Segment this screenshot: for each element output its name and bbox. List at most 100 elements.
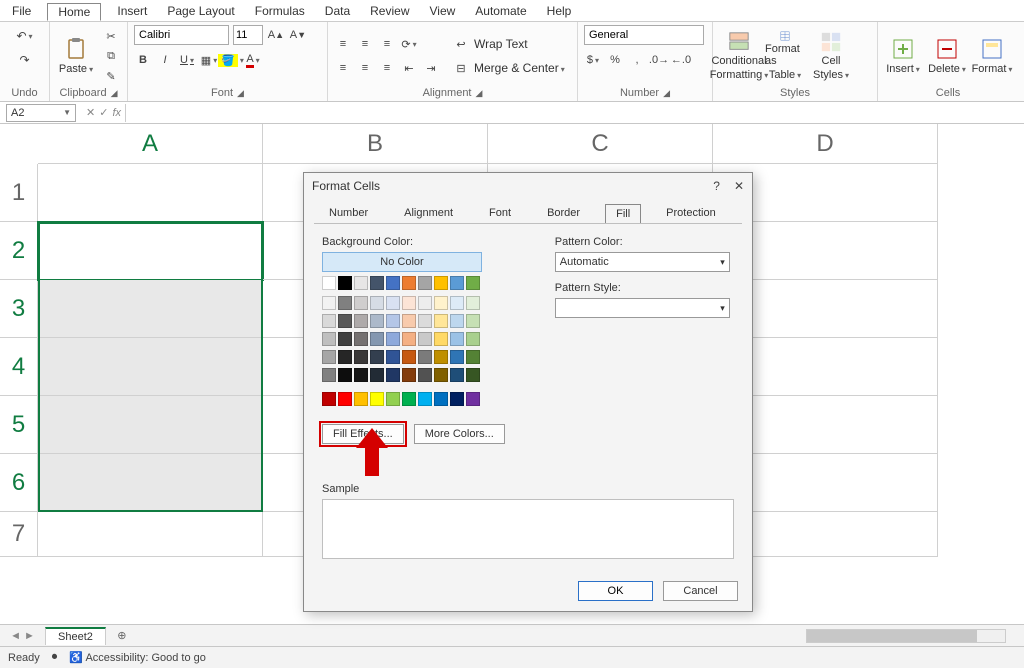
menu-automate[interactable]: Automate [471, 2, 530, 20]
color-swatch[interactable] [338, 392, 352, 406]
color-swatch[interactable] [370, 392, 384, 406]
more-colors-button[interactable]: More Colors... [414, 424, 505, 444]
col-header-c[interactable]: C [488, 124, 713, 164]
menu-formulas[interactable]: Formulas [251, 2, 309, 20]
color-swatch[interactable] [370, 276, 384, 290]
cell[interactable] [38, 512, 263, 557]
color-swatch[interactable] [322, 350, 336, 364]
color-swatch[interactable] [418, 296, 432, 310]
color-swatch[interactable] [322, 332, 336, 346]
color-swatch[interactable] [418, 314, 432, 328]
color-swatch[interactable] [338, 314, 352, 328]
menu-data[interactable]: Data [321, 2, 354, 20]
color-swatch[interactable] [322, 296, 336, 310]
accounting-format-button[interactable]: $ [584, 51, 602, 69]
color-swatch[interactable] [338, 368, 352, 382]
color-swatch[interactable] [338, 350, 352, 364]
color-swatch[interactable] [402, 332, 416, 346]
color-swatch[interactable] [386, 350, 400, 364]
cut-button[interactable]: ✂ [102, 27, 120, 45]
color-swatch[interactable] [386, 392, 400, 406]
enter-formula-icon[interactable]: ✓ [99, 106, 108, 119]
color-swatch[interactable] [354, 276, 368, 290]
underline-button[interactable]: U [178, 51, 196, 69]
color-swatch[interactable] [418, 332, 432, 346]
color-swatch[interactable] [402, 314, 416, 328]
ok-button[interactable]: OK [578, 581, 653, 601]
color-swatch[interactable] [466, 350, 480, 364]
row-header-6[interactable]: 6 [0, 454, 38, 512]
menu-view[interactable]: View [426, 2, 460, 20]
horizontal-scrollbar[interactable] [806, 629, 1006, 643]
color-swatch[interactable] [386, 296, 400, 310]
format-painter-button[interactable]: ✎ [102, 67, 120, 85]
color-swatch[interactable] [402, 392, 416, 406]
dialog-help-button[interactable]: ? [713, 179, 720, 193]
align-middle-button[interactable]: ≡ [356, 35, 374, 53]
cell-styles-button[interactable]: CellStyles [811, 31, 851, 81]
status-recorder-icon[interactable]: ⏺ [52, 651, 58, 664]
dialog-tab-number[interactable]: Number [318, 203, 379, 223]
color-swatch[interactable] [338, 276, 352, 290]
shrink-font-button[interactable]: A▼ [289, 26, 307, 44]
row-header-3[interactable]: 3 [0, 280, 38, 338]
cancel-button[interactable]: Cancel [663, 581, 738, 601]
borders-button[interactable]: ▦ [200, 51, 218, 69]
dialog-tab-alignment[interactable]: Alignment [393, 203, 464, 223]
color-swatch[interactable] [370, 296, 384, 310]
grow-font-button[interactable]: A▲ [267, 26, 285, 44]
row-header-5[interactable]: 5 [0, 396, 38, 454]
color-swatch[interactable] [466, 368, 480, 382]
fx-icon[interactable]: fx [112, 107, 121, 119]
row-header-1[interactable]: 1 [0, 164, 38, 222]
color-swatch[interactable] [402, 368, 416, 382]
merge-center-button[interactable]: ⊟Merge & Center [452, 59, 565, 77]
color-swatch[interactable] [434, 392, 448, 406]
align-bottom-button[interactable]: ≡ [378, 35, 396, 53]
color-swatch[interactable] [466, 296, 480, 310]
align-center-button[interactable]: ≡ [356, 59, 374, 77]
menu-page-layout[interactable]: Page Layout [163, 2, 238, 20]
color-swatch[interactable] [386, 276, 400, 290]
row-header-4[interactable]: 4 [0, 338, 38, 396]
color-swatch[interactable] [370, 332, 384, 346]
bold-button[interactable]: B [134, 51, 152, 69]
color-swatch[interactable] [370, 350, 384, 364]
increase-decimal-button[interactable]: .0→ [650, 51, 668, 69]
cell[interactable] [38, 454, 263, 512]
color-swatch[interactable] [466, 276, 480, 290]
col-header-d[interactable]: D [713, 124, 938, 164]
paste-button[interactable]: Paste [56, 31, 96, 81]
pattern-style-select[interactable]: ▾ [555, 298, 730, 318]
color-swatch[interactable] [322, 368, 336, 382]
color-swatch[interactable] [434, 276, 448, 290]
align-right-button[interactable]: ≡ [378, 59, 396, 77]
percent-button[interactable]: % [606, 51, 624, 69]
dialog-tab-font[interactable]: Font [478, 203, 522, 223]
align-left-button[interactable]: ≡ [334, 59, 352, 77]
menu-insert[interactable]: Insert [113, 2, 151, 20]
color-swatch[interactable] [386, 314, 400, 328]
color-swatch[interactable] [418, 392, 432, 406]
dialog-close-button[interactable]: ✕ [734, 179, 744, 193]
decrease-decimal-button[interactable]: ←.0 [672, 51, 690, 69]
color-swatch[interactable] [450, 392, 464, 406]
menu-file[interactable]: File [8, 2, 35, 20]
col-header-b[interactable]: B [263, 124, 488, 164]
color-swatch[interactable] [386, 368, 400, 382]
color-swatch[interactable] [370, 368, 384, 382]
row-header-7[interactable]: 7 [0, 512, 38, 557]
dialog-tab-fill[interactable]: Fill [605, 204, 641, 224]
color-swatch[interactable] [434, 296, 448, 310]
sheet-tab[interactable]: Sheet2 [45, 627, 106, 645]
color-swatch[interactable] [466, 392, 480, 406]
format-as-table-button[interactable]: Format asTable [765, 31, 805, 81]
font-size-input[interactable] [233, 25, 263, 45]
number-format-select[interactable] [584, 25, 704, 45]
color-swatch[interactable] [434, 350, 448, 364]
color-swatch[interactable] [466, 332, 480, 346]
color-swatch[interactable] [402, 350, 416, 364]
color-swatch[interactable] [418, 368, 432, 382]
color-swatch[interactable] [402, 296, 416, 310]
copy-button[interactable]: ⧉ [102, 47, 120, 65]
